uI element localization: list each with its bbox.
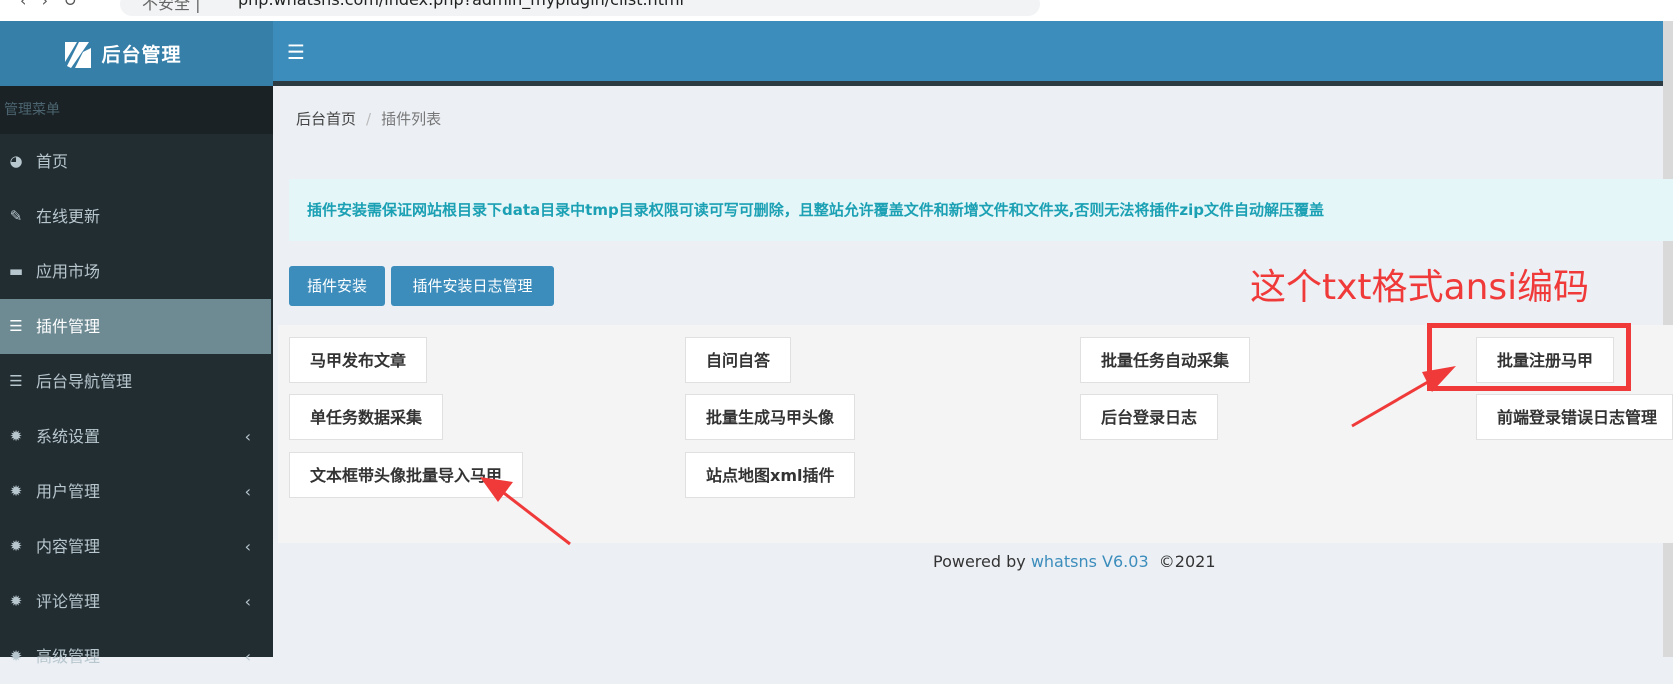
annotation-arrows	[480, 366, 1456, 546]
annotation-arrow-left-line	[499, 488, 571, 546]
annotation-arrow-right-line	[1351, 373, 1441, 428]
annotation-arrow-left-head	[480, 477, 513, 502]
annotation-arrow-right-head	[1422, 366, 1456, 392]
